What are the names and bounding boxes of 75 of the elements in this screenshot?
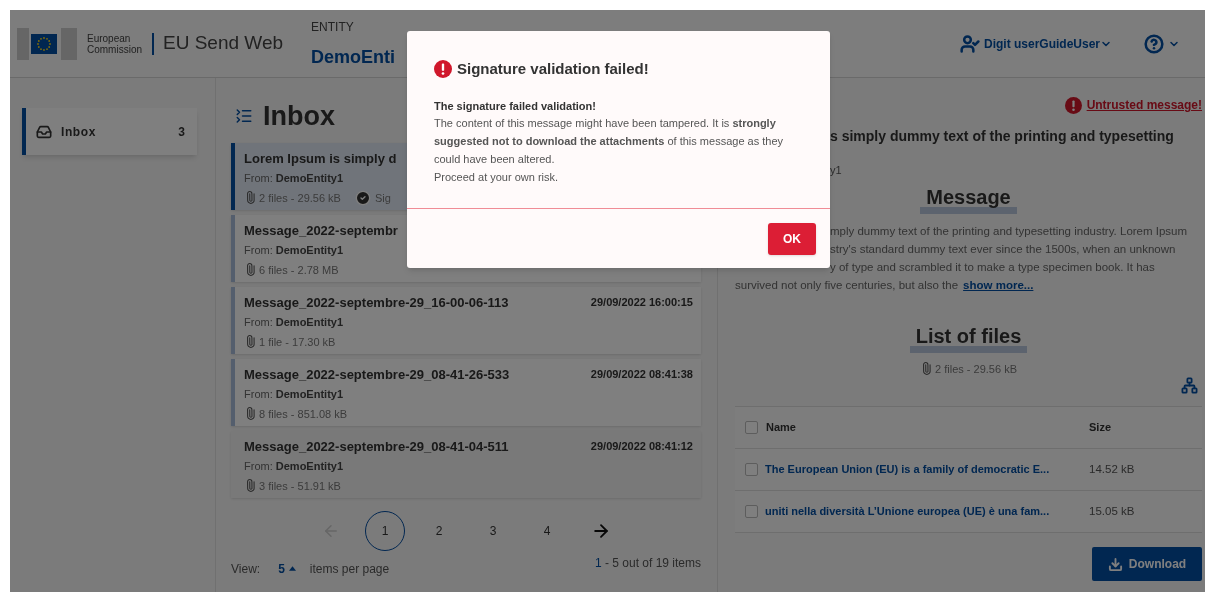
tree-view-icon[interactable] xyxy=(1181,377,1198,394)
alert-icon xyxy=(434,60,452,79)
message-heading: Message xyxy=(920,186,1017,214)
help-button[interactable] xyxy=(1144,33,1180,54)
user-menu[interactable]: Digit userGuideUser xyxy=(983,34,1112,53)
file-name-link[interactable]: uniti nella diversità L’Unione europea (UE) è una fam... xyxy=(765,503,1089,520)
file-summary: 6 files - 2.78 MB xyxy=(259,262,339,278)
view-label: View: xyxy=(231,560,261,578)
per-page-select[interactable]: 5 xyxy=(278,559,296,578)
message-subject: s simply dummy text of the printing and typesetting xyxy=(830,127,1175,146)
org-name: European Commission xyxy=(87,32,143,55)
inbox-icon xyxy=(36,123,52,140)
file-name-link[interactable]: The European Union (EU) is a family of democratic E... xyxy=(765,461,1089,478)
sidebar-label: Inbox xyxy=(61,123,96,141)
message-sender: From: DemoEntity1 xyxy=(244,387,344,402)
message-sender: From: DemoEntity1 xyxy=(244,243,344,258)
file-size: 14.52 kB xyxy=(1089,461,1135,477)
message-sender: From: DemoEntity1 xyxy=(244,315,344,330)
show-more-link[interactable]: show more... xyxy=(963,278,1034,291)
dialog-note: Proceed at your own risk. xyxy=(434,170,560,185)
file-summary: 8 files - 851.08 kB xyxy=(259,406,348,422)
checkbox[interactable] xyxy=(745,421,758,434)
page-button[interactable]: 3 xyxy=(473,510,513,551)
checkbox[interactable] xyxy=(745,505,758,518)
file-size: 15.05 kB xyxy=(1089,503,1135,519)
dialog-lead: The signature failed validation! xyxy=(434,98,597,114)
column-header: Name xyxy=(766,420,797,436)
message-body-line: mply dummy text of the printing and typesetting industry. Lorem Ipsum xyxy=(830,223,1189,239)
message-title: Message_2022-septembre-29_08-41-26-533 xyxy=(244,365,510,384)
dialog-message: The content of this message might have been tampered. It is strongly suggested not to download the attachments of this message as they could have been altered. xyxy=(434,116,785,167)
per-page-label: items per page xyxy=(309,560,390,578)
message-date: 29/09/2022 08:41:12 xyxy=(590,439,693,454)
sidebar-item[interactable]: Inbox 3 xyxy=(22,108,197,155)
message-sender: From: DemoEntity1 xyxy=(244,171,344,186)
message-title: Lorem Ipsum is simply d xyxy=(244,149,397,168)
message-body-line: y of type and scrambled it to make a type specimen book. It has xyxy=(830,259,1156,275)
alert-icon xyxy=(1064,96,1082,114)
message-card[interactable]: Message_2022-septembre-29_08-41-26-533 29/09/2022 08:41:38 From: DemoEntity1 8 files - 851.08 kB xyxy=(231,358,701,426)
untrusted-message-link[interactable]: Untrusted message! xyxy=(1086,96,1202,114)
entity-name: DemoEnti xyxy=(311,46,396,69)
column-header: Size xyxy=(1089,420,1111,436)
user-icon xyxy=(959,33,980,54)
message-body-line: stry's standard dummy text ever since the 1500s, when an unknown xyxy=(830,241,1177,257)
message-body-line: survived not only five centuries, but also the show more... xyxy=(735,277,1035,293)
help-icon xyxy=(1144,33,1164,54)
file-summary: 2 files - 29.56 kB xyxy=(935,361,1017,377)
checkbox[interactable] xyxy=(745,463,758,476)
collapse-icon[interactable] xyxy=(235,107,253,126)
message-sender: From: DemoEntity1 xyxy=(244,459,344,474)
signature-status: Sig xyxy=(374,190,391,206)
file-summary: 1 file - 17.30 kB xyxy=(259,334,336,350)
message-title: Message_2022-septembre-29_16-00-06-113 xyxy=(244,293,509,312)
check-circle-icon xyxy=(354,189,371,206)
page-button[interactable]: 4 xyxy=(527,510,567,551)
file-summary: 3 files - 51.91 kB xyxy=(259,478,341,494)
files-heading: List of files xyxy=(909,325,1028,353)
message-card[interactable]: Message_2022-septembre-29_16-00-06-113 29/09/2022 16:00:15 From: DemoEntity1 1 file - 17.30 kB xyxy=(231,286,701,354)
message-title: Message_2022-septembre-29_08-41-04-511 xyxy=(244,437,509,456)
page-button[interactable]: 2 xyxy=(419,510,459,551)
message-date: 29/09/2022 08:41:38 xyxy=(590,367,693,382)
entity-label: ENTITY xyxy=(311,19,355,36)
caret-up-icon xyxy=(288,566,296,571)
sidebar-count: 3 xyxy=(178,123,185,141)
ok-button[interactable]: OK xyxy=(768,222,816,255)
app-name: EU Send Web xyxy=(163,31,284,56)
logo-icon xyxy=(17,27,77,60)
file-summary: 2 files - 29.56 kB xyxy=(259,190,341,206)
message-title: Message_2022-septembr xyxy=(244,221,398,240)
download-icon xyxy=(1107,556,1123,572)
message-date: 29/09/2022 16:00:15 xyxy=(590,295,693,310)
download-button[interactable]: Download xyxy=(1092,547,1202,581)
item-range: 1 - 5 out of 19 items xyxy=(594,554,701,572)
dialog-title: Signature validation failed! xyxy=(457,59,649,79)
inbox-title: Inbox xyxy=(263,100,335,133)
message-sender: y1 xyxy=(830,163,843,178)
